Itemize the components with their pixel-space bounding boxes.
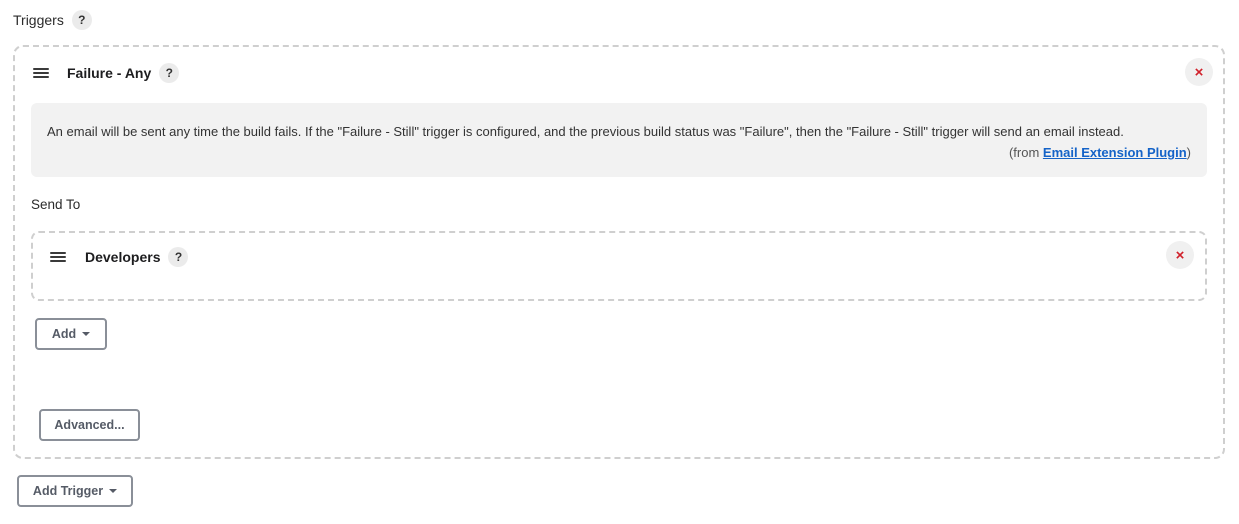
trigger-help-box: An email will be sent any time the build… xyxy=(31,103,1207,177)
triggers-help-icon[interactable]: ? xyxy=(71,10,92,30)
send-to-label: Send To xyxy=(31,197,81,212)
from-prefix: (from xyxy=(1008,145,1043,160)
remove-trigger-close-icon[interactable]: × xyxy=(1185,58,1213,86)
trigger-card-failure-any: Failure - Any ? × An email will be sent … xyxy=(13,45,1225,459)
from-suffix: ) xyxy=(1186,145,1191,160)
caret-down-icon xyxy=(82,332,91,336)
recipient-drag-handle-icon[interactable] xyxy=(50,252,66,262)
trigger-help-icon[interactable]: ? xyxy=(159,63,180,83)
email-extension-plugin-link[interactable]: Email Extension Plugin xyxy=(1043,145,1187,160)
recipient-help-icon[interactable]: ? xyxy=(168,247,189,267)
advanced-button[interactable]: Advanced... xyxy=(39,409,140,441)
add-recipient-button[interactable]: Add xyxy=(35,318,107,350)
triggers-label: Triggers xyxy=(13,12,64,28)
plugin-source: (from Email Extension Plugin) xyxy=(47,142,1191,163)
caret-down-icon xyxy=(109,489,118,493)
add-recipient-label: Add xyxy=(51,327,77,341)
add-trigger-button[interactable]: Add Trigger xyxy=(17,475,133,507)
drag-handle-icon[interactable] xyxy=(33,68,49,78)
add-trigger-label: Add Trigger xyxy=(32,484,104,498)
recipient-title-text: Developers xyxy=(85,249,161,265)
trigger-description: An email will be sent any time the build… xyxy=(47,124,1124,139)
triggers-header: Triggers ? xyxy=(13,10,92,30)
recipient-title: Developers ? xyxy=(85,247,189,267)
trigger-title: Failure - Any ? xyxy=(67,63,180,83)
remove-recipient-close-icon[interactable]: × xyxy=(1166,241,1194,269)
trigger-title-text: Failure - Any xyxy=(67,65,152,81)
recipient-card-developers: Developers ? × xyxy=(31,231,1207,301)
